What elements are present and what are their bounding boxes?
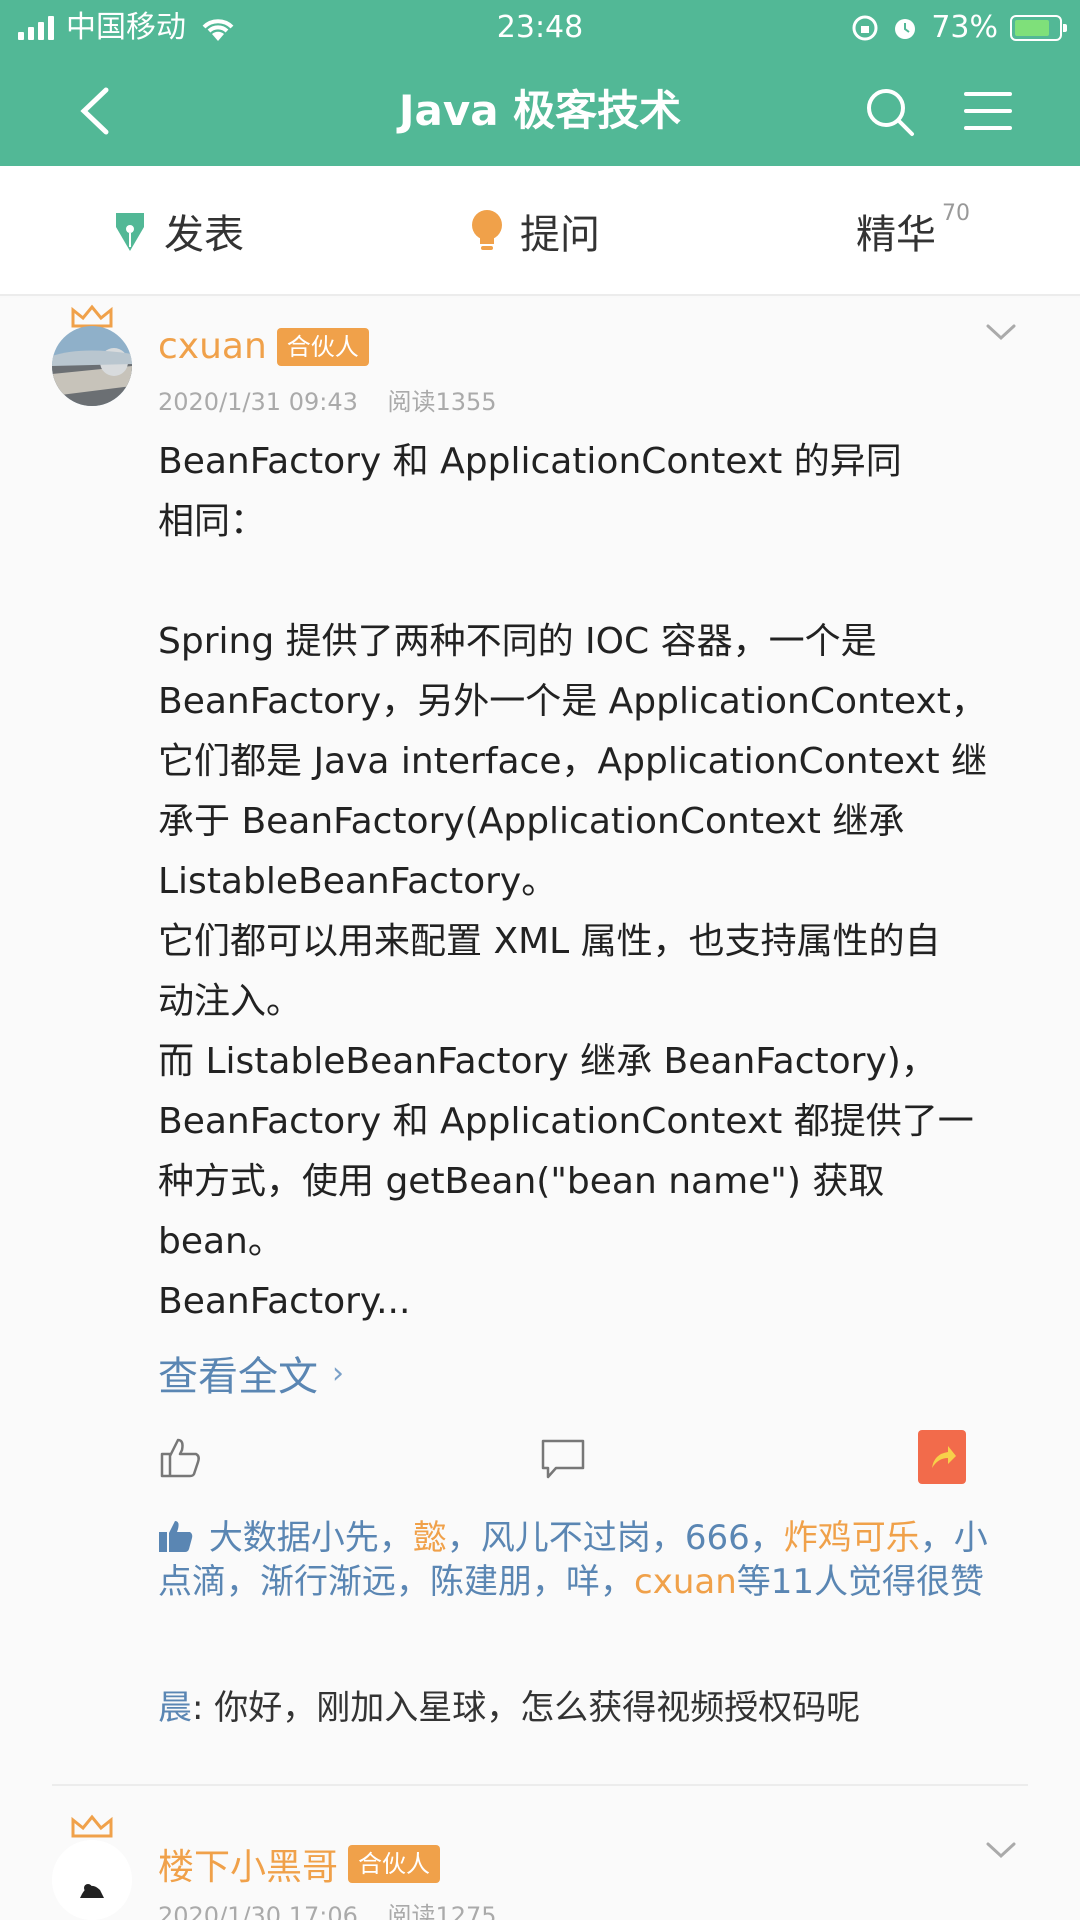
crown-icon [71, 1814, 113, 1838]
tab-ask-label: 提问 [520, 212, 600, 258]
read-more-link[interactable]: 查看全文 › [158, 1344, 344, 1402]
likes-suffix: 等11人觉得很赞 [736, 1562, 985, 1602]
post-body-line: BeanFactory 和 ApplicationContext 的异同 [158, 441, 902, 482]
post-body-line: BeanFactory 和 ApplicationContext 都提供了一 [158, 1101, 974, 1142]
liker-name[interactable]: cxuan [634, 1562, 737, 1602]
rotation-lock-icon [852, 15, 878, 41]
chevron-right-icon: › [332, 1355, 344, 1391]
tab-ask[interactable]: 提问 [470, 166, 600, 296]
author-name[interactable]: cxuan [158, 326, 267, 367]
read-more-label: 查看全文 [158, 1354, 318, 1400]
liker-name[interactable]: 懿 [413, 1518, 447, 1558]
post-body-line: BeanFactory... [158, 1281, 411, 1322]
post-body-line: bean。 [158, 1221, 284, 1262]
alarm-icon [895, 19, 916, 39]
tab-featured-label: 精华 [856, 212, 936, 258]
post-tabs: 发表 提问 精华 70 [0, 166, 1080, 296]
post-body-line: 它们都可以用来配置 XML 属性，也支持属性的自 [158, 921, 941, 962]
partner-badge: 合伙人 [348, 1845, 441, 1883]
tab-publish[interactable]: 发表 [112, 166, 244, 296]
comment-text: 你好，刚加入星球，怎么获得视频授权码呢 [214, 1688, 861, 1728]
comment-author[interactable]: 晨 [158, 1688, 192, 1728]
share-button[interactable] [918, 1430, 966, 1484]
top-bar: 中国移动 23:48 73% Java 极客技术 [0, 0, 1080, 166]
post-body-line [158, 552, 1008, 612]
share-arrow-icon [932, 1446, 956, 1468]
likes-list: 大数据小先，懿，风儿不过岗，666，炸鸡可乐，小点滴，渐行渐远，陈建朋，咩，cx… [158, 1518, 988, 1602]
chevron-down-icon[interactable] [984, 320, 1018, 344]
search-icon[interactable] [862, 84, 916, 138]
post-body-line: ListableBeanFactory。 [158, 861, 558, 902]
comment-preview[interactable]: 晨: 你好，刚加入星球，怎么获得视频授权码呢 [158, 1680, 860, 1729]
lightbulb-icon [472, 210, 502, 250]
post-feed: cxuan 合伙人 2020/1/31 09:43 阅读1355 BeanFac… [0, 298, 1080, 1920]
post-date: 2020/1/30 17:06 [158, 1902, 358, 1920]
tab-featured[interactable]: 精华 70 [856, 166, 970, 296]
pen-nib-icon [116, 213, 144, 251]
like-button[interactable] [158, 1436, 202, 1480]
post-body-line: 而 ListableBeanFactory 继承 BeanFactory)， [158, 1041, 937, 1082]
battery-icon [1010, 15, 1067, 41]
liker-name[interactable]: 炸鸡可乐 [784, 1518, 920, 1558]
thumbs-up-icon [159, 1521, 193, 1552]
liker-name[interactable]: 陈建朋 [430, 1562, 532, 1602]
page-title: Java 极客技术 [398, 86, 682, 135]
liker-name[interactable]: 风儿不过岗 [481, 1518, 651, 1558]
liker-name[interactable]: 大数据小先 [209, 1518, 379, 1558]
liker-name[interactable]: 咩 [566, 1562, 600, 1602]
post-meta: 2020/1/30 17:06 阅读1275 [158, 1896, 497, 1920]
avatar-image [52, 1840, 132, 1920]
post-body: BeanFactory 和 ApplicationContext 的异同 相同：… [158, 432, 1008, 1332]
post-body-line: 动注入。 [158, 981, 303, 1022]
nav-bar: Java 极客技术 [0, 56, 1080, 166]
liker-name[interactable]: 渐行渐远 [260, 1562, 396, 1602]
read-count: 阅读1355 [387, 388, 497, 416]
post-body-line: Spring 提供了两种不同的 IOC 容器，一个是 [158, 621, 877, 662]
avatar-image [52, 326, 132, 406]
post-body-line: BeanFactory，另外一个是 ApplicationContext， [158, 681, 987, 722]
hamburger-menu-icon[interactable] [962, 86, 1014, 136]
liker-name[interactable]: 666 [685, 1518, 750, 1558]
post-body-line: 种方式，使用 getBean("bean name") 获取 [158, 1161, 885, 1202]
post-body-line: 承于 BeanFactory(ApplicationContext 继承 [158, 801, 905, 842]
post-card: 楼下小黑哥 合伙人 2020/1/30 17:06 阅读1275 [0, 1814, 1080, 1920]
partner-badge: 合伙人 [276, 327, 369, 366]
avatar[interactable] [52, 326, 132, 406]
post-body-line: 它们都是 Java interface，ApplicationContext 继 [158, 741, 988, 782]
author-name[interactable]: 楼下小黑哥 [158, 1838, 338, 1890]
featured-count: 70 [942, 200, 970, 226]
post-body-line: 相同： [158, 501, 267, 542]
comment-button[interactable] [540, 1438, 586, 1480]
status-bar: 中国移动 23:48 73% [0, 0, 1080, 56]
post-divider [52, 1784, 1028, 1786]
post-date: 2020/1/31 09:43 [158, 388, 358, 416]
tab-publish-label: 发表 [164, 212, 244, 258]
post-meta: 2020/1/31 09:43 阅读1355 [158, 382, 497, 417]
battery-percent: 73% [931, 10, 998, 45]
read-count: 阅读1275 [387, 1902, 497, 1920]
chevron-down-icon[interactable] [984, 1838, 1018, 1862]
avatar[interactable] [52, 1840, 132, 1920]
